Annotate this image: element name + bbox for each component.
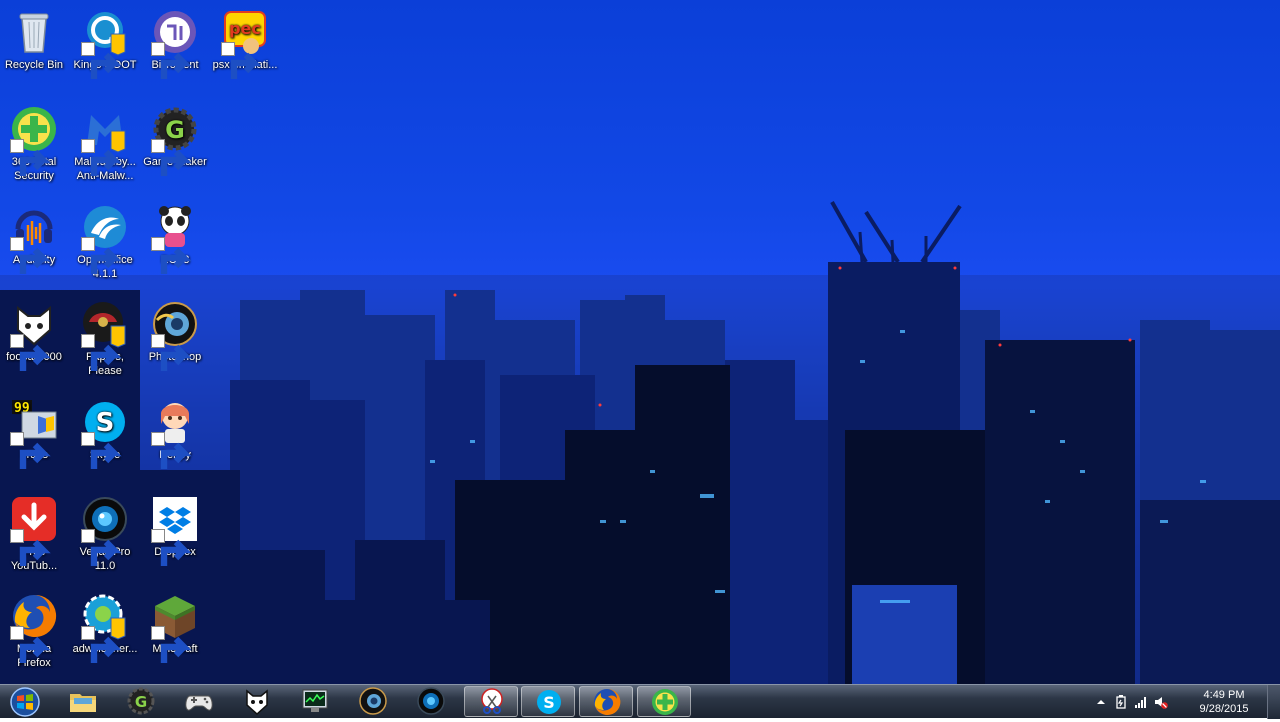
shortcut-arrow-icon bbox=[81, 432, 122, 469]
shortcut-arrow-icon bbox=[10, 139, 51, 176]
desktop-icon-adwcleaner[interactable]: adwcleaner... bbox=[71, 588, 139, 680]
shortcut-arrow-icon bbox=[151, 237, 192, 274]
task-manager-icon bbox=[302, 689, 328, 712]
network-signal-icon bbox=[1135, 697, 1146, 708]
desktop-icon-foobar2000[interactable]: foobar2000 bbox=[0, 296, 68, 388]
desktop-icon-label: Recycle Bin bbox=[4, 59, 64, 71]
show-desktop-button[interactable] bbox=[1267, 685, 1280, 719]
taskbar[interactable]: G S 4:49 PM 9/28/2015 bbox=[0, 684, 1280, 719]
desktop-icon-bittorrent[interactable]: BitTorrent bbox=[141, 4, 209, 96]
vegas-pro-icon bbox=[417, 687, 445, 715]
foobar2000-icon bbox=[246, 689, 268, 716]
shortcut-arrow-icon bbox=[10, 529, 51, 566]
shortcut-arrow-icon bbox=[81, 139, 122, 176]
taskbar-item-foobar2000[interactable] bbox=[230, 686, 284, 717]
start-button[interactable] bbox=[6, 687, 44, 717]
system-tray: 4:49 PM 9/28/2015 bbox=[1086, 685, 1256, 719]
network-tray-button[interactable] bbox=[1134, 695, 1148, 709]
volume-muted-icon bbox=[1155, 697, 1168, 709]
desktop-icon-psx-emulator[interactable]: pec psx emulati... bbox=[211, 4, 279, 96]
desktop-icon-vegas-pro[interactable]: Vegas Pro 11.0 bbox=[71, 491, 139, 583]
windows-start-icon bbox=[10, 687, 40, 717]
shortcut-arrow-icon bbox=[10, 334, 51, 371]
svg-text:G: G bbox=[135, 693, 147, 711]
snipping-tool-icon bbox=[481, 688, 503, 714]
photoshop-icon bbox=[359, 687, 387, 715]
gamepad-icon bbox=[185, 695, 213, 711]
shortcut-arrow-icon bbox=[10, 237, 51, 274]
windows-explorer-icon bbox=[70, 694, 96, 712]
taskbar-item-snipping-tool[interactable] bbox=[464, 686, 518, 717]
shortcut-arrow-icon bbox=[151, 139, 192, 176]
desktop-icon-mozilla-firefox[interactable]: Mozilla Firefox bbox=[0, 588, 68, 680]
shortcut-arrow-icon bbox=[81, 334, 122, 371]
shortcut-arrow-icon bbox=[151, 334, 192, 371]
taskbar-item-photoshop[interactable] bbox=[346, 686, 400, 717]
taskbar-item-game-maker[interactable]: G bbox=[114, 686, 168, 717]
desktop-icon-game-maker[interactable]: G Game Maker bbox=[141, 101, 209, 193]
shortcut-arrow-icon bbox=[81, 529, 122, 566]
taskbar-item-skype[interactable]: S bbox=[521, 686, 575, 717]
desktop-icon-free-youtube-downloader[interactable]: Free YouTub... bbox=[0, 491, 68, 583]
desktop-icon-openoffice[interactable]: OpenOffice 4.1.1 bbox=[71, 199, 139, 291]
shortcut-arrow-icon bbox=[81, 237, 122, 274]
clock-date: 9/28/2015 bbox=[1199, 703, 1249, 715]
shortcut-arrow-icon bbox=[151, 432, 192, 469]
taskbar-item-360-total-security[interactable] bbox=[637, 686, 691, 717]
desktop-icon-skype[interactable]: S Skype bbox=[71, 394, 139, 486]
taskbar-item-task-manager[interactable] bbox=[288, 686, 342, 717]
skype-icon: S bbox=[537, 690, 561, 714]
taskbar-item-firefox[interactable] bbox=[579, 686, 633, 717]
desktop-icon-audacity[interactable]: Audacity bbox=[0, 199, 68, 291]
desktop[interactable]: Recycle Bin 360 Total Security Audacity bbox=[0, 0, 1280, 684]
desktop-icon-malwarebytes[interactable]: Malwareby... Anti-Malw... bbox=[71, 101, 139, 193]
show-hidden-icons-button[interactable] bbox=[1094, 695, 1108, 709]
firefox-icon bbox=[594, 688, 621, 715]
volume-tray-button[interactable] bbox=[1154, 695, 1168, 709]
desktop-icon-rct3[interactable]: RCT3 bbox=[141, 199, 209, 291]
clock[interactable]: 4:49 PM 9/28/2015 bbox=[1192, 688, 1256, 716]
desktop-icon-photoshop[interactable]: Photoshop bbox=[141, 296, 209, 388]
shortcut-arrow-icon bbox=[151, 626, 192, 663]
desktop-icon-renpy[interactable]: Renpy bbox=[141, 394, 209, 486]
svg-text:pec: pec bbox=[229, 19, 261, 38]
360-total-security-icon bbox=[652, 689, 678, 715]
desktop-icon-fraps[interactable]: 99 Fraps bbox=[0, 394, 68, 486]
power-tray-button[interactable] bbox=[1114, 695, 1128, 709]
game-maker-icon: G bbox=[127, 687, 155, 715]
shortcut-arrow-icon bbox=[81, 42, 122, 79]
desktop-icon-minecraft[interactable]: Minecraft bbox=[141, 588, 209, 680]
svg-text:S: S bbox=[543, 693, 555, 712]
taskbar-item-gamepad[interactable] bbox=[172, 686, 226, 717]
desktop-icon-recycle-bin[interactable]: Recycle Bin bbox=[0, 4, 68, 96]
desktop-icon-360-total-security[interactable]: 360 Total Security bbox=[0, 101, 68, 193]
shortcut-arrow-icon bbox=[10, 626, 51, 663]
shortcut-arrow-icon bbox=[10, 432, 51, 469]
taskbar-item-windows-explorer[interactable] bbox=[56, 686, 110, 717]
desktop-icon-dropbox[interactable]: Dropbox bbox=[141, 491, 209, 583]
recycle-bin-icon bbox=[19, 13, 49, 53]
desktop-icon-papers-please[interactable]: Papers, Please bbox=[71, 296, 139, 388]
clock-time: 4:49 PM bbox=[1203, 689, 1245, 701]
desktop-icon-kingo-root[interactable]: Kingo ROOT bbox=[71, 4, 139, 96]
power-icon bbox=[1116, 695, 1126, 709]
taskbar-item-vegas-pro[interactable] bbox=[404, 686, 458, 717]
shortcut-arrow-icon bbox=[151, 42, 192, 79]
shortcut-arrow-icon bbox=[151, 529, 192, 566]
shortcut-arrow-icon bbox=[81, 626, 122, 663]
show-hidden-icons-icon bbox=[1097, 700, 1105, 704]
shortcut-arrow-icon bbox=[221, 42, 262, 79]
